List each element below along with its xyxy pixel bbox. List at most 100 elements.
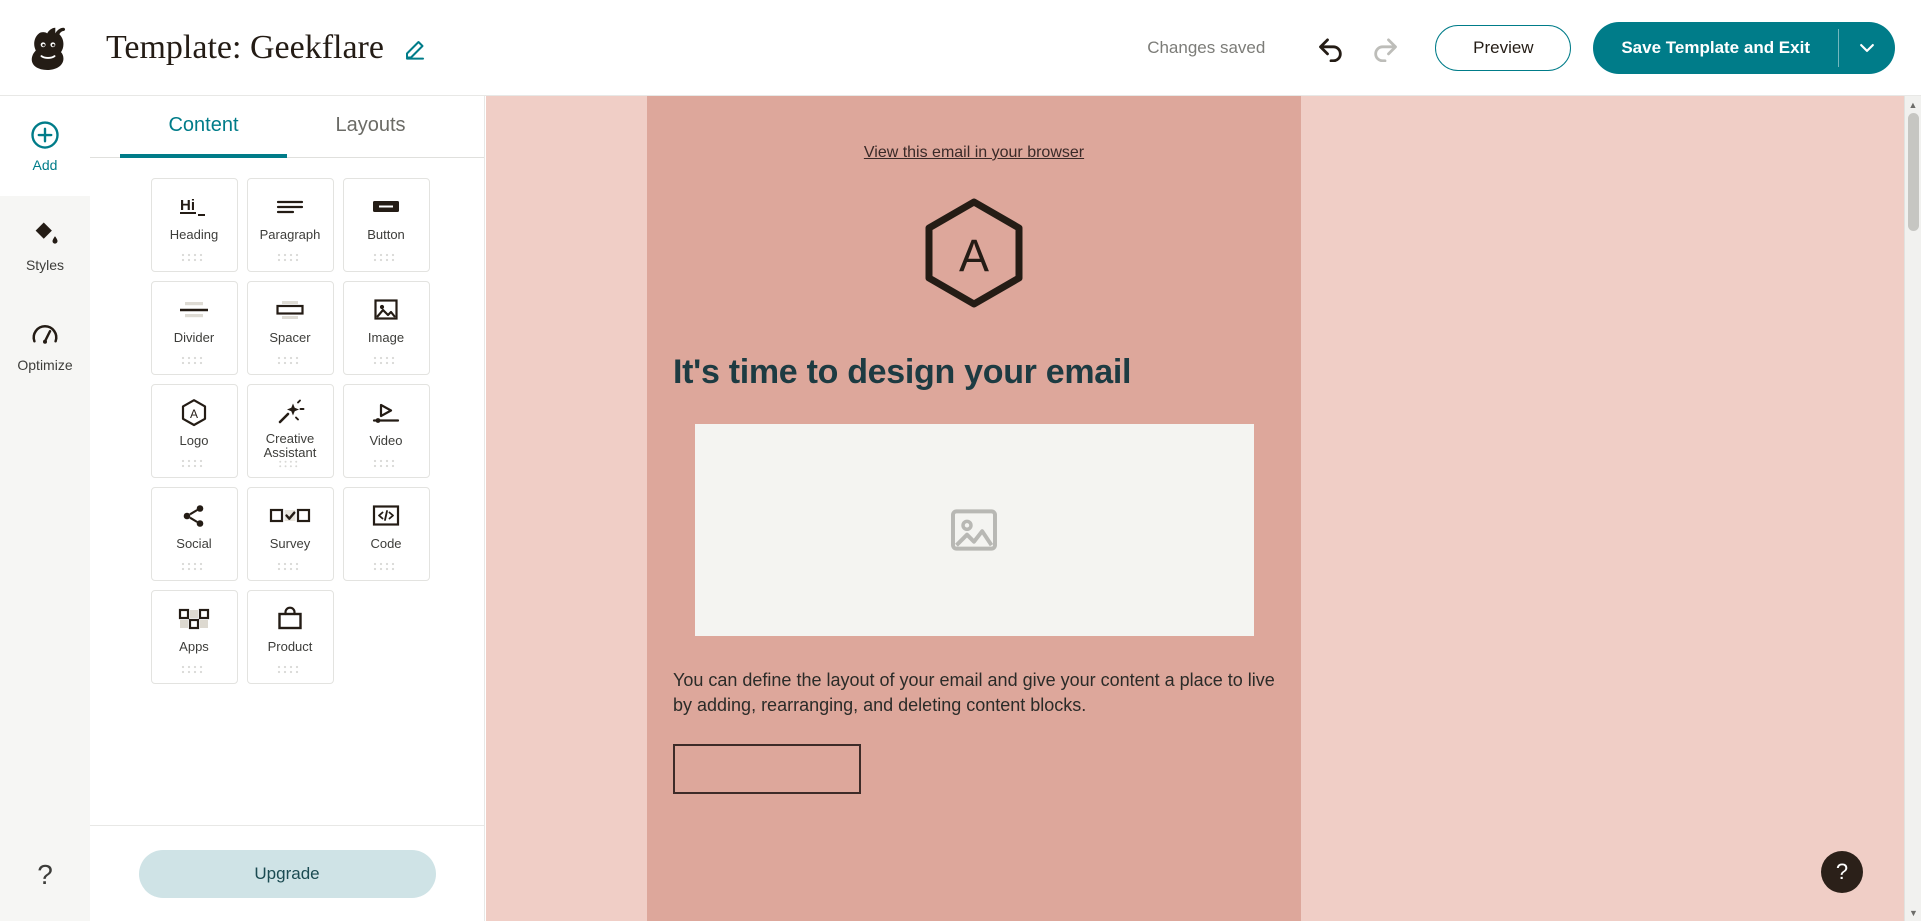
drag-dots-icon[interactable] <box>373 253 399 262</box>
block-button[interactable]: Button <box>342 178 430 272</box>
block-apps-label: Apps <box>179 639 209 654</box>
drag-dots-icon[interactable] <box>277 665 303 674</box>
rail-item-add[interactable]: Add <box>0 96 90 196</box>
content-panel: Content Layouts Hi Heading Paragraph But… <box>90 96 485 921</box>
svg-text:Hi: Hi <box>180 197 195 214</box>
paint-bucket-icon <box>35 222 58 244</box>
top-bar: Template: Geekflare Changes saved Previe… <box>0 0 1921 96</box>
survey-checkbox-icon <box>269 501 311 531</box>
video-play-icon <box>370 398 402 428</box>
gauge-icon <box>32 324 58 344</box>
left-icon-rail: Add Styles Optimize ? <box>0 96 90 921</box>
apps-grid-icon <box>177 604 211 634</box>
svg-text:A: A <box>190 407 198 421</box>
drag-dots-icon[interactable] <box>277 356 303 365</box>
drag-dots-icon[interactable] <box>277 460 303 468</box>
drag-dots-icon[interactable] <box>181 356 207 365</box>
email-body-text[interactable]: You can define the layout of your email … <box>673 668 1275 718</box>
scrollbar-thumb[interactable] <box>1908 113 1919 231</box>
drag-dots-icon[interactable] <box>277 562 303 571</box>
rail-item-styles[interactable]: Styles <box>0 196 90 296</box>
save-template-button[interactable]: Save Template and Exit <box>1593 22 1838 74</box>
email-canvas: View this email in your browser A It's t… <box>486 96 1911 921</box>
drag-dots-icon[interactable] <box>181 562 207 571</box>
block-survey-label: Survey <box>269 536 311 551</box>
magic-wand-icon <box>275 398 305 426</box>
preheader-block[interactable]: View this email in your browser <box>647 96 1301 162</box>
rail-item-optimize[interactable]: Optimize <box>0 296 90 396</box>
block-paragraph[interactable]: Paragraph <box>246 178 334 272</box>
preview-button-label: Preview <box>1473 37 1534 57</box>
drag-dots-icon[interactable] <box>181 253 207 262</box>
email-image-placeholder[interactable] <box>694 424 1254 636</box>
block-spacer-label: Spacer <box>269 330 311 345</box>
email-logo-block[interactable]: A <box>647 197 1301 309</box>
tab-layouts-label: Layouts <box>335 113 406 136</box>
block-video-label: Video <box>369 433 403 448</box>
block-image-label: Image <box>367 330 405 345</box>
block-logo-label: Logo <box>179 433 209 448</box>
block-spacer[interactable]: Spacer <box>246 281 334 375</box>
block-divider[interactable]: Divider <box>150 281 238 375</box>
caret-up-icon[interactable]: ▲ <box>1905 96 1921 113</box>
shopping-bag-icon <box>275 604 305 634</box>
block-code[interactable]: Code <box>342 487 430 581</box>
paragraph-lines-icon <box>273 192 307 222</box>
help-question-icon[interactable]: ? <box>37 859 53 891</box>
rail-item-add-label: Add <box>32 156 58 173</box>
page-title: Template: Geekflare <box>106 28 384 66</box>
drag-dots-icon[interactable] <box>373 459 399 468</box>
chevron-down-icon[interactable] <box>1839 22 1895 74</box>
block-image[interactable]: Image <box>342 281 430 375</box>
email-body: View this email in your browser A It's t… <box>647 96 1301 921</box>
pencil-icon[interactable] <box>404 36 428 60</box>
block-product[interactable]: Product <box>246 590 334 684</box>
drag-dots-icon[interactable] <box>373 562 399 571</box>
block-social-label: Social <box>176 536 212 551</box>
drag-dots-icon[interactable] <box>277 253 303 262</box>
plus-circle-icon <box>31 120 59 149</box>
help-fab-button[interactable]: ? <box>1821 851 1863 893</box>
block-logo[interactable]: A Logo <box>150 384 238 478</box>
canvas-scrollbar[interactable]: ▲ ▼ <box>1904 96 1921 921</box>
view-in-browser-link[interactable]: View this email in your browser <box>864 144 1084 161</box>
tab-layouts[interactable]: Layouts <box>287 96 454 158</box>
block-video[interactable]: Video <box>342 384 430 478</box>
block-social[interactable]: Social <box>150 487 238 581</box>
drag-dots-icon[interactable] <box>373 356 399 365</box>
block-paragraph-label: Paragraph <box>259 227 321 242</box>
drag-dots-icon[interactable] <box>181 459 207 468</box>
content-blocks-grid: Hi Heading Paragraph Button Divider Spac… <box>90 178 484 684</box>
block-creative-assistant-label: Creative Assistant <box>263 431 317 460</box>
email-cta-button-outline[interactable] <box>673 744 861 794</box>
tab-content[interactable]: Content <box>120 96 287 158</box>
undo-arrow-icon[interactable] <box>1311 28 1351 68</box>
divider-icon <box>176 295 212 325</box>
block-divider-label: Divider <box>173 330 215 345</box>
upgrade-button[interactable]: Upgrade <box>138 849 436 898</box>
logo-hexagon-a-icon: A <box>180 398 208 428</box>
image-icon <box>372 295 400 325</box>
block-heading[interactable]: Hi Heading <box>150 178 238 272</box>
panel-tabs: Content Layouts <box>90 96 484 158</box>
save-template-group[interactable]: Save Template and Exit <box>1593 21 1895 74</box>
drag-dots-icon[interactable] <box>181 665 207 674</box>
top-bar-actions: Changes saved Preview Save Template and … <box>1147 21 1895 74</box>
preview-button[interactable]: Preview <box>1435 24 1572 71</box>
save-template-label: Save Template and Exit <box>1621 37 1810 57</box>
block-button-label: Button <box>367 227 405 242</box>
block-creative-assistant[interactable]: Creative Assistant <box>246 384 334 478</box>
block-survey[interactable]: Survey <box>246 487 334 581</box>
code-brackets-icon <box>371 501 401 531</box>
rail-item-optimize-label: Optimize <box>17 356 73 373</box>
mailchimp-logo <box>31 27 66 70</box>
spacer-icon <box>272 295 308 325</box>
panel-footer: Upgrade <box>90 825 484 921</box>
content-blocks-scroll: Hi Heading Paragraph Button Divider Spac… <box>90 158 484 825</box>
caret-down-icon[interactable]: ▼ <box>1905 904 1921 921</box>
email-heading[interactable]: It's time to design your email <box>673 353 1301 392</box>
button-icon <box>369 192 403 222</box>
block-apps[interactable]: Apps <box>150 590 238 684</box>
redo-arrow-icon[interactable] <box>1365 28 1405 68</box>
hexagon-logo-icon: A <box>925 198 1023 308</box>
